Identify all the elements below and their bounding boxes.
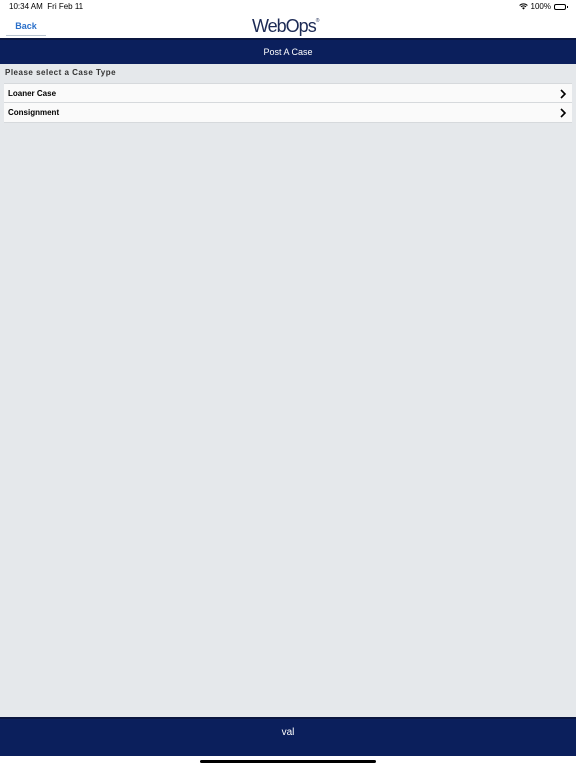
case-type-list: Loaner Case Consignment (4, 83, 572, 123)
logo-text: WebOps (252, 16, 317, 36)
home-indicator[interactable] (200, 760, 376, 763)
case-type-consignment[interactable]: Consignment (4, 103, 572, 123)
list-item-label: Loaner Case (8, 89, 57, 98)
title-bar: Post A Case (0, 38, 576, 64)
status-bar: 10:34 AM Fri Feb 11 100% (0, 0, 576, 14)
navigation-bar: Back WebOps® (0, 14, 576, 38)
wifi-icon (518, 3, 528, 10)
list-item-label: Consignment (8, 108, 60, 117)
battery-icon (554, 3, 568, 10)
back-button[interactable]: Back (6, 17, 46, 36)
battery-percent: 100% (530, 2, 551, 11)
case-type-loaner[interactable]: Loaner Case (4, 83, 572, 103)
chevron-right-icon (560, 89, 567, 99)
logo-registered-mark: ® (315, 18, 320, 24)
status-time: 10:34 AM Fri Feb 11 (9, 2, 83, 11)
chevron-right-icon (560, 108, 567, 118)
webops-logo: WebOps® (252, 14, 319, 38)
status-indicators: 100% (518, 2, 568, 11)
status-date: Fri Feb 11 (47, 2, 84, 11)
home-indicator-area (0, 756, 576, 768)
case-type-prompt: Please select a Case Type (5, 68, 117, 77)
footer-bar: val (0, 717, 576, 756)
footer-text: val (281, 727, 295, 738)
status-time-text: 10:34 AM (9, 2, 43, 11)
page-title: Post A Case (263, 47, 313, 57)
